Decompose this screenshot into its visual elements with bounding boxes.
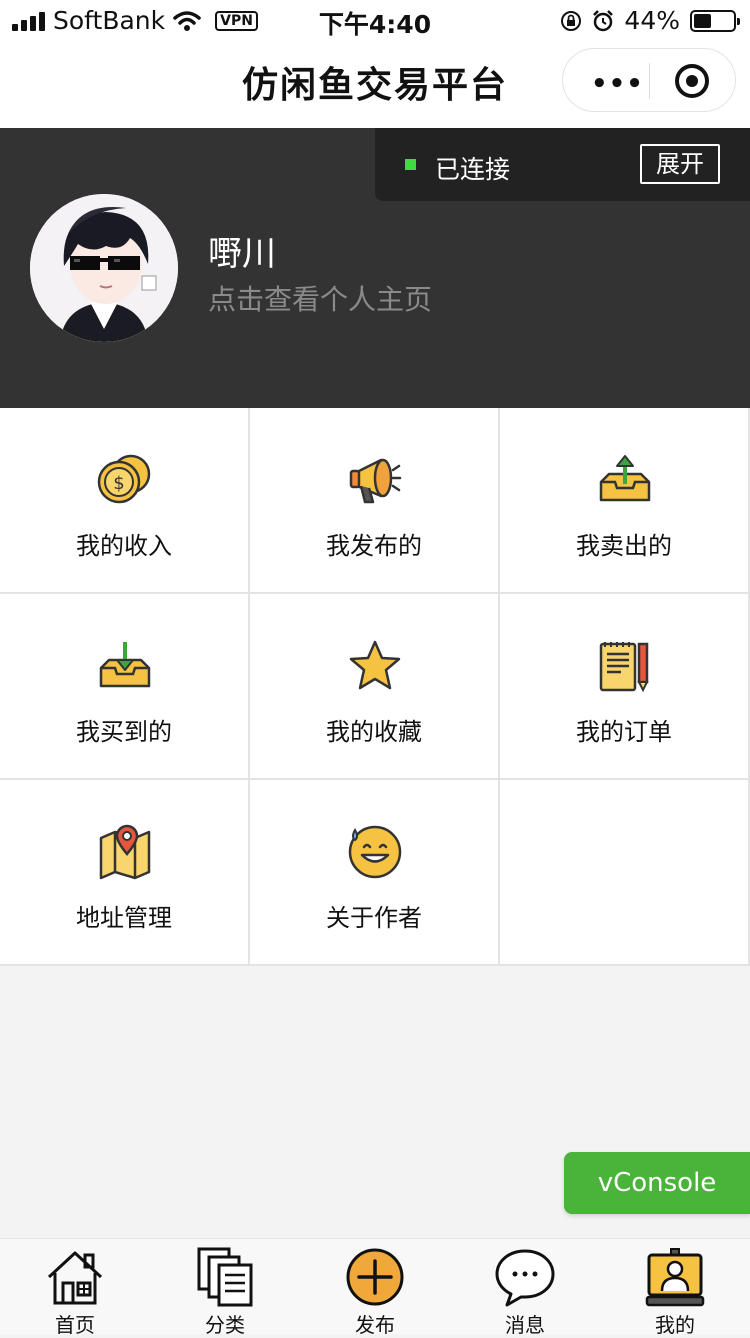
menu-item-address[interactable]: 地址管理 — [0, 780, 250, 966]
menu-item-income[interactable]: $ 我的收入 — [0, 408, 250, 594]
star-icon — [349, 640, 401, 690]
menu-item-label: 我的订单 — [576, 718, 672, 746]
megaphone-icon — [349, 458, 402, 504]
menu-grid: $ 我的收入 我发布的 我卖出的 我买到的 我的收藏 我的订单 地址管理 关于作… — [0, 408, 750, 966]
coins-icon: $ — [97, 454, 151, 504]
menu-item-favorites[interactable]: 我的收藏 — [250, 594, 500, 780]
menu-item-label: 我的收藏 — [326, 718, 422, 746]
battery-percent: 44% — [624, 6, 680, 35]
tab-messages[interactable]: 消息 — [450, 1239, 600, 1337]
profile-card-icon — [645, 1248, 705, 1307]
connection-panel: 已连接 展开 — [375, 128, 750, 201]
tab-mine[interactable]: 我的 — [600, 1239, 750, 1337]
menu-item-bought[interactable]: 我买到的 — [0, 594, 250, 780]
tray-upload-icon — [599, 455, 651, 502]
menu-item-label: 我买到的 — [76, 718, 172, 746]
menu-item-published[interactable]: 我发布的 — [250, 408, 500, 594]
vconsole-button[interactable]: vConsole — [564, 1152, 750, 1214]
tab-bar: 首页 分类 发布 消息 我的 — [0, 1238, 750, 1337]
menu-item-label: 我的收入 — [76, 532, 172, 560]
user-nickname: 嘢川 — [208, 234, 276, 274]
menu-item-label: 地址管理 — [76, 904, 172, 932]
alarm-icon — [593, 9, 614, 31]
connected-status-icon — [405, 159, 416, 170]
menu-item-about-author[interactable]: 关于作者 — [250, 780, 500, 966]
menu-item-label: 我卖出的 — [576, 532, 672, 560]
map-pin-icon — [99, 824, 151, 880]
nav-bar: 仿闲鱼交易平台 ••• — [0, 40, 750, 128]
menu-item-label: 关于作者 — [326, 904, 422, 932]
menu-empty-cell — [500, 780, 750, 966]
message-bubble-icon — [495, 1249, 555, 1307]
home-icon — [47, 1251, 103, 1305]
sweat-smile-icon — [348, 825, 402, 879]
tab-publish[interactable]: 发布 — [300, 1239, 450, 1337]
category-icon — [197, 1247, 253, 1307]
menu-item-orders[interactable]: 我的订单 — [500, 594, 750, 780]
menu-item-label: 我发布的 — [326, 532, 422, 560]
publish-plus-icon — [346, 1248, 404, 1306]
tray-download-icon — [99, 642, 151, 688]
view-profile-hint: 点击查看个人主页 — [208, 283, 433, 316]
notepad-icon — [599, 642, 649, 693]
connection-status: 已连接 — [435, 155, 511, 184]
close-mini-program-button[interactable] — [675, 64, 709, 98]
mini-program-capsule: ••• — [562, 48, 736, 112]
tab-home[interactable]: 首页 — [0, 1239, 150, 1337]
avatar[interactable] — [30, 194, 178, 342]
status-bar: SoftBank VPN 下午4:40 44% — [0, 0, 750, 40]
orientation-lock-icon — [561, 10, 582, 31]
more-menu-button[interactable]: ••• — [591, 69, 644, 99]
expand-button[interactable]: 展开 — [640, 144, 720, 184]
battery-icon — [690, 9, 740, 32]
capsule-divider — [649, 63, 650, 99]
tab-category[interactable]: 分类 — [150, 1239, 300, 1337]
menu-item-sold[interactable]: 我卖出的 — [500, 408, 750, 594]
svg-text:$: $ — [113, 473, 124, 494]
avatar-illustration — [30, 194, 178, 342]
